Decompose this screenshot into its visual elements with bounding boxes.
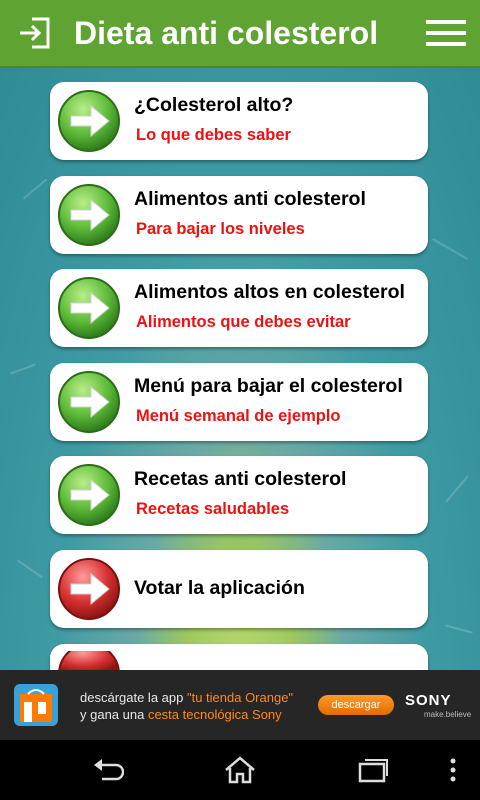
menu-item-title: Votar la aplicación [134, 577, 305, 599]
ad-text-line1: descárgate la app "tu tienda Orange" [80, 690, 294, 705]
menu-item-colesterol-alto[interactable]: ¿Colesterol alto? Lo que debes saber [50, 82, 428, 160]
home-icon[interactable] [223, 755, 257, 785]
ad-text-line2: y gana una cesta tecnológica Sony [80, 707, 282, 722]
green-arrow-icon [58, 277, 120, 339]
menu-item-menu-semanal[interactable]: Menú para bajar el colesterol Menú seman… [50, 363, 428, 441]
system-navigation-bar [0, 740, 480, 800]
menu-item-subtitle: Alimentos que debes evitar [136, 313, 351, 331]
menu-item-subtitle: Recetas saludables [136, 500, 290, 518]
sony-tagline: make.believe [424, 710, 472, 719]
menu-item-recetas[interactable]: Recetas anti colesterol Recetas saludabl… [50, 456, 428, 534]
recent-apps-icon[interactable] [356, 755, 390, 785]
menu-item-subtitle: Para bajar los niveles [136, 220, 305, 238]
red-arrow-icon [58, 558, 120, 620]
menu-item-alimentos-altos[interactable]: Alimentos altos en colesterol Alimentos … [50, 269, 428, 347]
hamburger-menu-icon[interactable] [426, 18, 466, 48]
menu-item-subtitle: Lo que debes saber [136, 126, 291, 144]
exit-icon[interactable] [14, 13, 54, 53]
ad-download-button[interactable]: descargar [318, 695, 394, 715]
menu-item-title: Alimentos anti colesterol [134, 188, 366, 210]
menu-item-title: Alimentos altos en colesterol [134, 281, 405, 303]
green-arrow-icon [58, 184, 120, 246]
green-arrow-icon [58, 90, 120, 152]
menu-item-title: ¿Colesterol alto? [134, 94, 294, 116]
menu-item-subtitle: Menú semanal de ejemplo [136, 407, 341, 425]
menu-item-title: Menú para bajar el colesterol [134, 375, 403, 397]
app-title: Dieta anti colesterol [74, 14, 379, 51]
green-arrow-icon [58, 371, 120, 433]
app-header: Dieta anti colesterol [0, 0, 480, 68]
menu-item-votar[interactable]: Votar la aplicación [50, 550, 428, 628]
ad-banner[interactable]: descárgate la app "tu tienda Orange" y g… [0, 670, 480, 740]
overflow-menu-icon[interactable] [438, 755, 468, 785]
green-arrow-icon [58, 464, 120, 526]
sony-logo: SONY [405, 692, 452, 709]
shopping-bag-icon [14, 684, 58, 726]
menu-item-alimentos-anti-colesterol[interactable]: Alimentos anti colesterol Para bajar los… [50, 176, 428, 254]
menu-item-title: Recetas anti colesterol [134, 468, 347, 490]
back-icon[interactable] [90, 755, 124, 785]
